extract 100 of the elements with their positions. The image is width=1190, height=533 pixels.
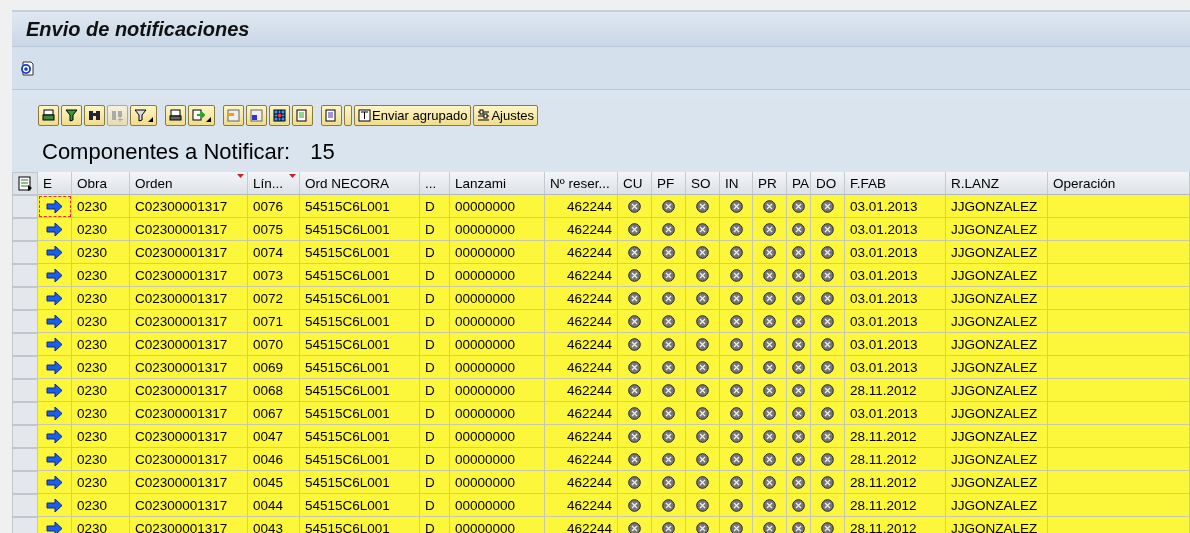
column-header[interactable]: CU: [618, 172, 652, 195]
toolbar-icon-button[interactable]: [84, 104, 105, 126]
toolbar-icon-button[interactable]: [269, 104, 290, 126]
status-icon: [821, 268, 834, 282]
status-icon: [821, 291, 834, 305]
column-header[interactable]: DO: [811, 172, 845, 195]
table-cell[interactable]: [38, 287, 72, 310]
column-header[interactable]: Obra: [72, 172, 130, 195]
column-header[interactable]: Ord NECORA: [300, 172, 420, 195]
column-header[interactable]: PR: [753, 172, 787, 195]
status-icon: [729, 291, 743, 305]
status-icon: [662, 199, 675, 213]
table-cell: 54515C6L001: [300, 195, 420, 218]
window-title: Envio de notificaciones: [26, 17, 250, 41]
table-cell[interactable]: [38, 218, 72, 241]
toolbar-button[interactable]: Ajustes: [473, 104, 539, 126]
table-cell[interactable]: [38, 195, 72, 218]
status-icon: [792, 452, 805, 466]
status-icon: [628, 383, 641, 397]
arrow-icon: [46, 199, 63, 213]
table-cell: C02300001317: [130, 264, 248, 287]
column-header[interactable]: E: [38, 172, 72, 195]
caret-icon: [206, 116, 211, 122]
table-cell[interactable]: [38, 425, 72, 448]
table-cell[interactable]: [38, 310, 72, 333]
status-icon: [696, 475, 709, 489]
table-cell: 462244: [545, 333, 618, 356]
table-cell: 00000000: [450, 448, 545, 471]
status-icon: [696, 429, 709, 443]
arrow-icon: [46, 222, 63, 236]
table-cell: 0047: [248, 425, 300, 448]
column-header[interactable]: PA: [787, 172, 811, 195]
column-header[interactable]: Lín...: [248, 172, 300, 195]
status-icon: [821, 429, 834, 443]
arrow-icon: [46, 383, 63, 397]
status-icon: [696, 452, 709, 466]
column-header[interactable]: F.FAB: [845, 172, 946, 195]
status-icon: [696, 383, 709, 397]
table-cell: 0230: [72, 310, 130, 333]
column-header[interactable]: SO: [686, 172, 720, 195]
column-header[interactable]: R.LANZ: [946, 172, 1048, 195]
table-cell: 0045: [248, 471, 300, 494]
status-icon: [628, 199, 641, 213]
table-cell: C02300001317: [130, 356, 248, 379]
table-cell: 54515C6L001: [300, 425, 420, 448]
toolbar-icon-button[interactable]: [61, 104, 82, 126]
table-cell[interactable]: [38, 264, 72, 287]
column-header[interactable]: ...: [420, 172, 450, 195]
table-cell: 03.01.2013: [845, 333, 946, 356]
table-cell: JJGONZALEZ: [946, 310, 1048, 333]
toolbar-spacer-button[interactable]: [344, 104, 352, 126]
table-cell: JJGONZALEZ: [946, 494, 1048, 517]
column-header[interactable]: Operación: [1048, 172, 1190, 195]
table-cell: D: [420, 356, 450, 379]
status-icon: [763, 245, 776, 259]
status-icon: [792, 291, 805, 305]
column-header[interactable]: Orden: [130, 172, 248, 195]
table-cell: 54515C6L001: [300, 517, 420, 533]
table-cell[interactable]: [38, 448, 72, 471]
toolbar-button[interactable]: Enviar agrupado: [354, 104, 472, 126]
status-icon: [729, 452, 743, 466]
table-cell[interactable]: [38, 379, 72, 402]
table-cell: 00000000: [450, 494, 545, 517]
status-icon: [662, 429, 675, 443]
table-cell: 462244: [545, 494, 618, 517]
table-cell[interactable]: [38, 241, 72, 264]
table-cell[interactable]: [38, 494, 72, 517]
table-cell[interactable]: [38, 333, 72, 356]
toolbar-icon-button[interactable]: [165, 104, 186, 126]
toolbar-icon-button[interactable]: [246, 104, 267, 126]
table-cell: 54515C6L001: [300, 356, 420, 379]
table-cell: 462244: [545, 241, 618, 264]
column-header[interactable]: Lanzami: [450, 172, 545, 195]
table-cell[interactable]: [38, 356, 72, 379]
arrow-icon: [46, 337, 63, 351]
refresh-icon[interactable]: [20, 60, 34, 76]
table-cell: 03.01.2013: [845, 287, 946, 310]
status-icon: [792, 268, 805, 282]
status-icon: [821, 498, 834, 512]
arrow-icon: [46, 245, 63, 259]
status-icon: [821, 222, 834, 236]
table-cell[interactable]: [38, 402, 72, 425]
status-icon: [821, 360, 834, 374]
table-cell: 00000000: [450, 333, 545, 356]
select-all-icon[interactable]: [17, 176, 33, 191]
column-header[interactable]: IN: [720, 172, 753, 195]
table-cell: 0046: [248, 448, 300, 471]
toolbar-icon-button[interactable]: [38, 104, 59, 126]
column-header[interactable]: PF: [652, 172, 686, 195]
status-icon: [792, 245, 805, 259]
table-cell: 00000000: [450, 425, 545, 448]
table-cell: 0067: [248, 402, 300, 425]
table-cell[interactable]: [38, 471, 72, 494]
table-cell: JJGONZALEZ: [946, 379, 1048, 402]
table-cell: D: [420, 310, 450, 333]
toolbar-icon-button[interactable]: [130, 104, 157, 126]
toolbar-icon-button[interactable]: [188, 104, 215, 126]
column-header[interactable]: Nº reser...: [545, 172, 618, 195]
table-cell: D: [420, 379, 450, 402]
status-icon: [628, 452, 641, 466]
